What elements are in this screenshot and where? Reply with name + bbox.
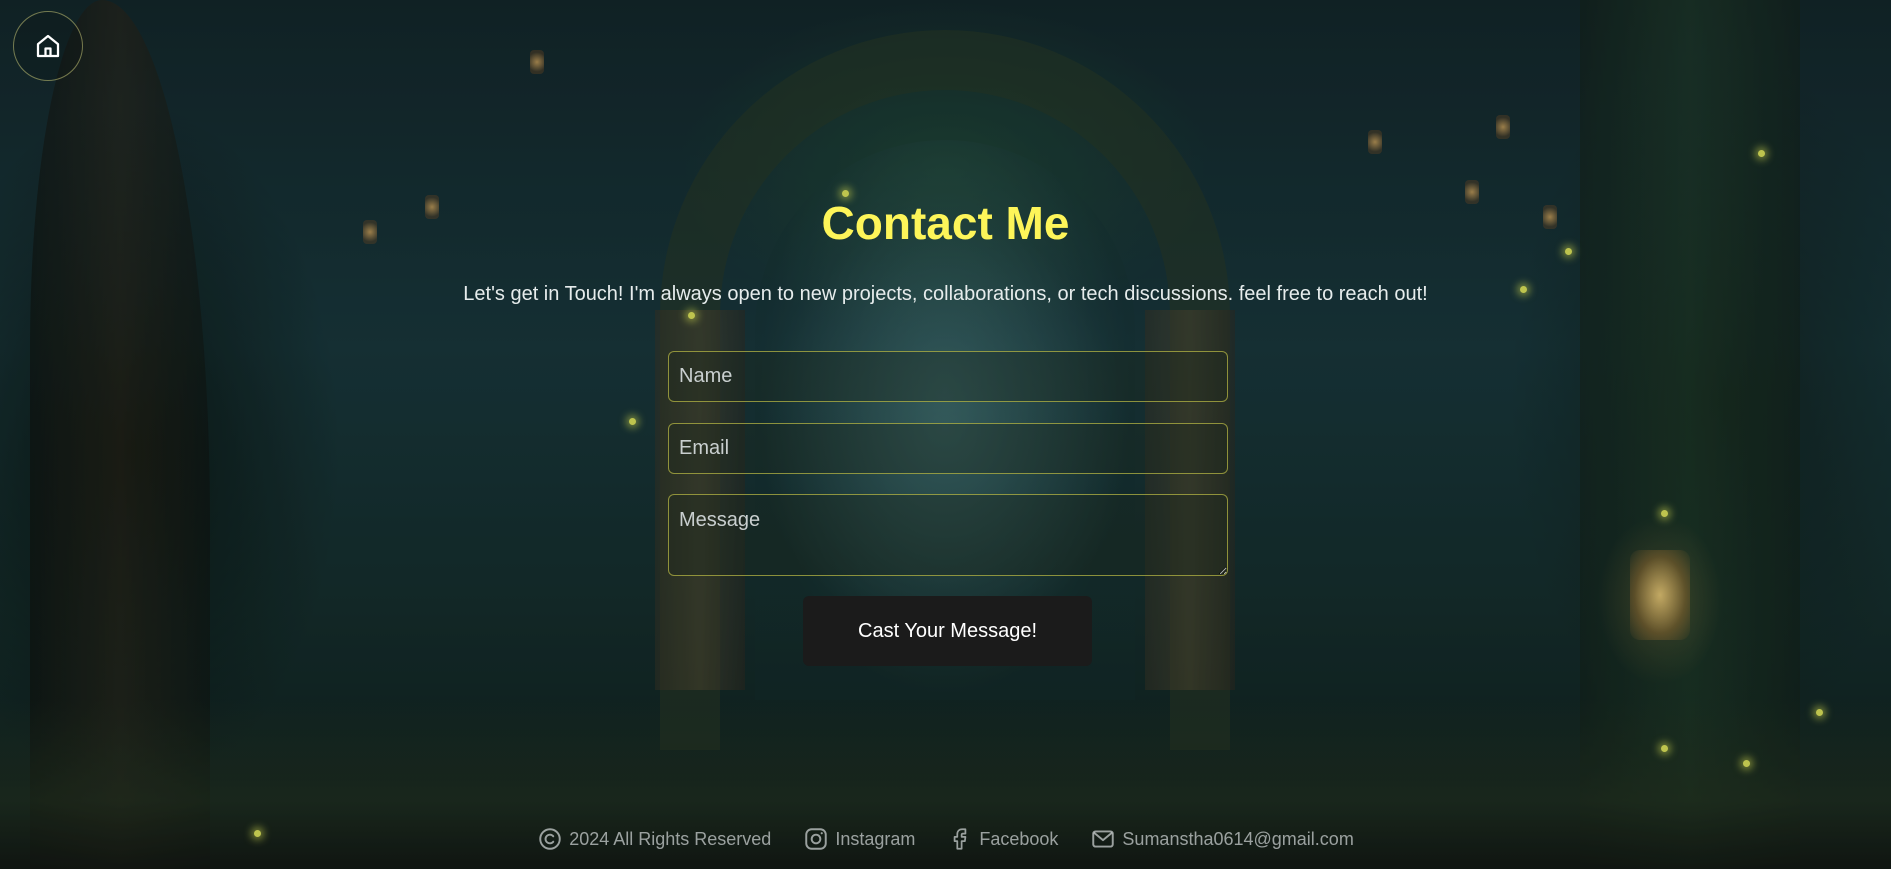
- instagram-link[interactable]: Instagram: [803, 826, 915, 852]
- facebook-link[interactable]: Facebook: [947, 826, 1058, 852]
- instagram-label: Instagram: [835, 828, 916, 849]
- send-message-button[interactable]: Cast Your Message!: [803, 596, 1092, 666]
- email-label: Sumanstha0614@gmail.com: [1122, 828, 1354, 849]
- page-title: Contact Me: [821, 197, 1070, 249]
- footer: 2024 All Rights Reserved Instagram Faceb…: [0, 826, 1891, 852]
- mail-icon: [1092, 830, 1115, 848]
- name-input[interactable]: [668, 351, 1228, 402]
- facebook-label: Facebook: [979, 828, 1059, 849]
- contact-page: Contact Me Let's get in Touch! I'm alway…: [0, 0, 1891, 869]
- home-button[interactable]: [13, 11, 83, 81]
- message-textarea[interactable]: [668, 494, 1228, 576]
- email-input[interactable]: [668, 423, 1228, 474]
- copyright-text: 2024 All Rights Reserved: [569, 828, 772, 849]
- page-subtitle: Let's get in Touch! I'm always open to n…: [463, 283, 1428, 305]
- facebook-icon: [954, 828, 967, 850]
- instagram-icon: [805, 828, 828, 850]
- footer-copyright: 2024 All Rights Reserved: [537, 826, 771, 852]
- email-link[interactable]: Sumanstha0614@gmail.com: [1090, 826, 1354, 852]
- home-icon: [36, 34, 60, 58]
- copyright-icon: [539, 828, 561, 850]
